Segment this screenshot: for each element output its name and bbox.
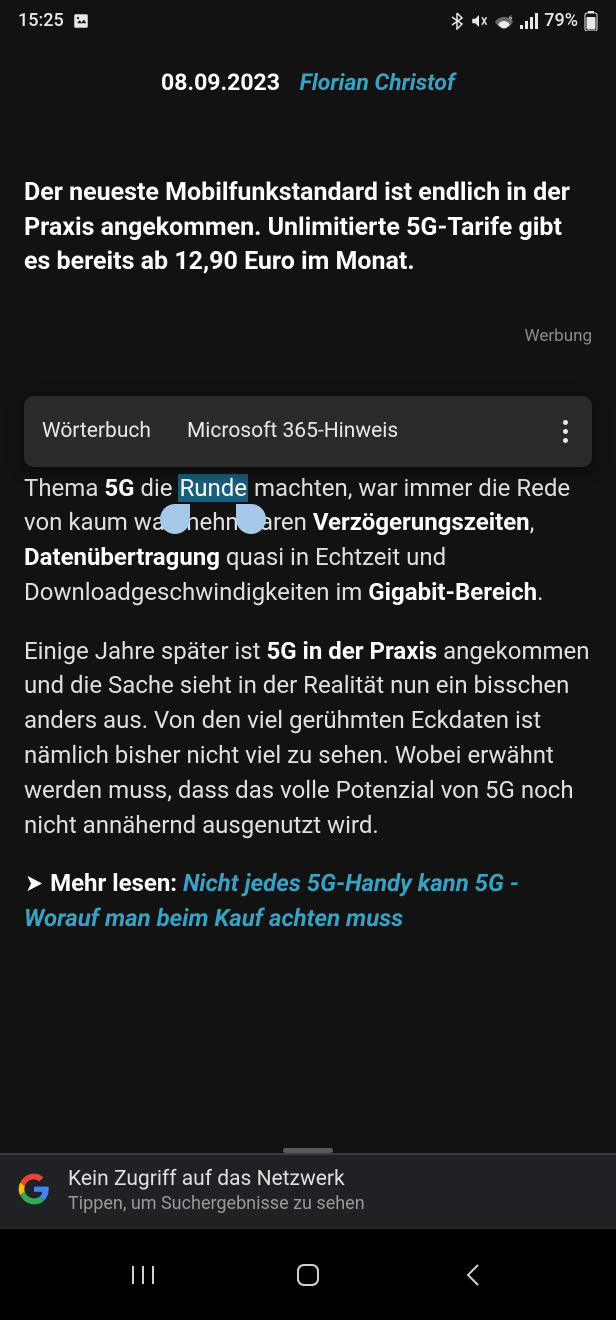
selection-handle-right[interactable]: [236, 504, 266, 534]
status-bar: 15:25 6 79%: [0, 0, 616, 39]
mute-icon: [470, 12, 488, 30]
home-button[interactable]: [278, 1255, 338, 1295]
image-notification-icon: [72, 12, 90, 30]
menu-more-icon[interactable]: [557, 416, 574, 447]
google-bottom-sheet[interactable]: Kein Zugriff auf das Netzwerk Tippen, um…: [0, 1153, 616, 1228]
more-label: Mehr lesen:: [50, 869, 177, 897]
android-nav-bar: [0, 1228, 616, 1320]
article-body: Thema 5G die Runde machten, war immer di…: [0, 471, 616, 843]
recents-button[interactable]: [113, 1255, 173, 1295]
article-meta: 08.09.2023 Florian Christof: [0, 69, 616, 96]
svg-text:6: 6: [509, 15, 513, 21]
signal-icon: [520, 13, 538, 29]
article-author[interactable]: Florian Christof: [300, 69, 455, 96]
paragraph-1: Thema 5G die Runde machten, war immer di…: [24, 471, 592, 610]
battery-icon: [584, 11, 598, 31]
google-icon: [18, 1173, 50, 1209]
sheet-subtitle: Tippen, um Suchergebnisse zu sehen: [68, 1193, 365, 1214]
sheet-drag-handle[interactable]: [283, 1148, 333, 1153]
more-link[interactable]: ➤ Mehr lesen: Nicht jedes 5G-Handy kann …: [0, 866, 616, 936]
sheet-title: Kein Zugriff auf das Netzwerk: [68, 1167, 365, 1191]
battery-percent: 79%: [544, 10, 578, 31]
bluetooth-icon: [450, 12, 464, 30]
selected-text[interactable]: Runde: [178, 474, 248, 502]
clock: 15:25: [18, 10, 64, 31]
fade-overlay: [0, 1110, 616, 1150]
menu-ms365[interactable]: Microsoft 365-Hinweis: [187, 419, 398, 443]
selection-handle-left[interactable]: [160, 504, 190, 534]
back-button[interactable]: [443, 1255, 503, 1295]
wifi-icon: 6: [494, 13, 514, 29]
article-lead: Der neueste Mobilfunkstandard ist endlic…: [0, 176, 616, 280]
article-date: 08.09.2023: [161, 69, 280, 96]
arrow-icon: ➤: [25, 866, 43, 901]
text-selection-menu: Wörterbuch Microsoft 365-Hinweis: [24, 396, 592, 467]
menu-dictionary[interactable]: Wörterbuch: [42, 419, 151, 443]
paragraph-2: Einige Jahre später ist 5G in der Praxis…: [24, 634, 592, 843]
ad-label: Werbung: [0, 326, 616, 346]
